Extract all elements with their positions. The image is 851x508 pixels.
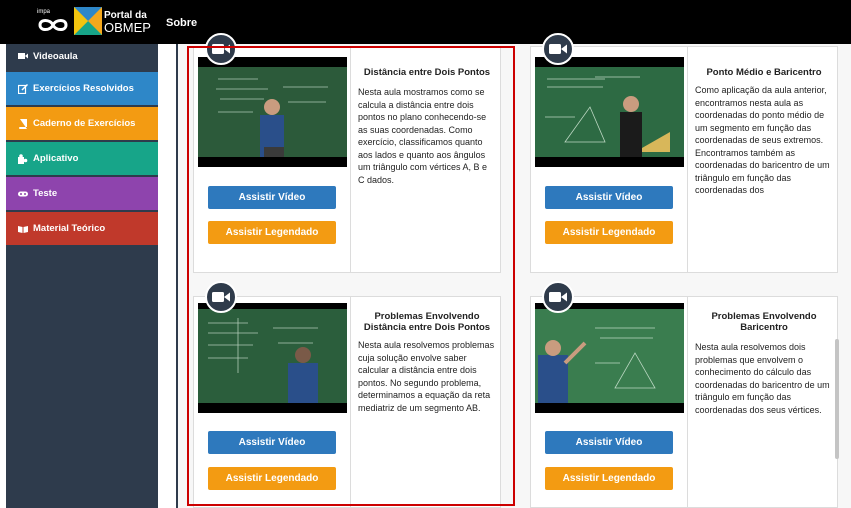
watch-subtitled-button[interactable]: Assistir Legendado [545, 221, 673, 244]
puzzle-icon [18, 153, 28, 164]
watch-video-button[interactable]: Assistir Vídeo [208, 186, 336, 209]
sidebar-item-label: Videoaula [33, 50, 78, 62]
video-thumbnail[interactable] [198, 303, 347, 413]
card-title: Distância entre Dois Pontos [363, 67, 491, 78]
lesson-card-ponto-medio: Assistir Vídeo Assistir Legendado Ponto … [530, 33, 838, 273]
video-thumbnail[interactable] [535, 303, 684, 413]
sidebar-item-label: Teste [33, 188, 58, 199]
watch-video-button[interactable]: Assistir Vídeo [545, 431, 673, 454]
card-text: Problemas Envolvendo Baricentro Nesta au… [695, 311, 833, 416]
lesson-card-distancia: Assistir Vídeo Assistir Legendado Distân… [193, 33, 501, 273]
top-bar: impa Portal da OBMEP Sobre [0, 0, 851, 44]
sidebar: Videoaula Exercícios Resolvidos Caderno … [6, 44, 158, 508]
impa-infinity-icon [38, 19, 68, 31]
card-description: Nesta aula resolvemos dois problemas que… [695, 342, 830, 415]
card-title: Problemas Envolvendo Distância entre Doi… [363, 311, 491, 333]
sidebar-item-material-teorico[interactable]: Material Teórico [6, 212, 158, 245]
lesson-card-problemas-baricentro: Assistir Vídeo Assistir Legendado Proble… [530, 281, 839, 508]
card-media: Assistir Vídeo Assistir Legendado [531, 33, 688, 272]
sidebar-item-label: Aplicativo [33, 153, 79, 164]
open-book-icon [18, 225, 28, 233]
card-media: Assistir Vídeo Assistir Legendado [531, 281, 688, 507]
watch-subtitled-button[interactable]: Assistir Legendado [208, 221, 336, 244]
sidebar-item-teste[interactable]: Teste [6, 177, 158, 210]
video-camera-icon [542, 33, 574, 65]
book-icon [19, 118, 27, 129]
sidebar-item-label: Exercícios Resolvidos [33, 83, 134, 94]
gamepad-icon [18, 191, 28, 196]
sidebar-item-videoaula[interactable]: Videoaula [6, 44, 158, 68]
card-title: Ponto Médio e Baricentro [706, 67, 822, 78]
watch-subtitled-button[interactable]: Assistir Legendado [545, 467, 673, 490]
card-description: Nesta aula mostramos como se calcula a d… [358, 87, 488, 185]
card-description: Como aplicação da aula anterior, encontr… [695, 85, 830, 195]
nav-sobre-link[interactable]: Sobre [166, 17, 197, 29]
card-media: Assistir Vídeo Assistir Legendado [194, 281, 351, 507]
video-camera-icon [542, 281, 574, 313]
card-text: Problemas Envolvendo Distância entre Doi… [358, 311, 496, 414]
video-icon [18, 53, 28, 59]
sidebar-item-caderno-de-exercicios[interactable]: Caderno de Exercícios [6, 107, 158, 140]
card-title: Problemas Envolvendo Baricentro [711, 311, 817, 333]
watch-subtitled-button[interactable]: Assistir Legendado [208, 467, 336, 490]
card-scrollbar[interactable] [835, 339, 839, 459]
obmep-logo-icon [74, 7, 102, 35]
video-thumbnail[interactable] [535, 57, 684, 167]
portal-obmep-logo[interactable]: impa Portal da OBMEP [30, 7, 151, 39]
sidebar-item-exercicios-resolvidos[interactable]: Exercícios Resolvidos [6, 72, 158, 105]
card-media: Assistir Vídeo Assistir Legendado [194, 33, 351, 272]
watch-video-button[interactable]: Assistir Vídeo [545, 186, 673, 209]
card-description: Nesta aula resolvemos problemas cuja sol… [358, 340, 495, 413]
video-camera-icon [205, 33, 237, 65]
lesson-card-problemas-distancia: Assistir Vídeo Assistir Legendado Proble… [193, 281, 501, 508]
card-text: Ponto Médio e Baricentro Como aplicação … [695, 67, 833, 197]
sidebar-item-label: Material Teórico [33, 223, 106, 234]
logo-obmep-text: OBMEP [104, 20, 151, 35]
edit-icon [18, 83, 28, 94]
logo-impa-text: impa [37, 9, 51, 15]
card-text: Distância entre Dois Pontos Nesta aula m… [358, 67, 496, 186]
watch-video-button[interactable]: Assistir Vídeo [208, 431, 336, 454]
video-thumbnail[interactable] [198, 57, 347, 167]
video-camera-icon [205, 281, 237, 313]
sidebar-item-label: Caderno de Exercícios [33, 118, 136, 129]
sidebar-item-aplicativo[interactable]: Aplicativo [6, 142, 158, 175]
